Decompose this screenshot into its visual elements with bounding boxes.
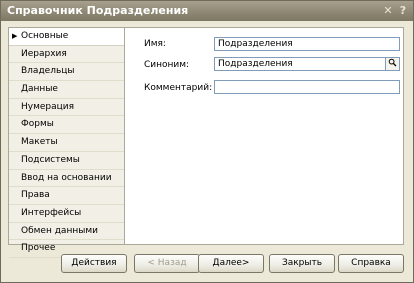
help-icon[interactable]: ? xyxy=(397,5,409,17)
nav-item-label: Иерархия xyxy=(21,48,67,59)
synonym-label: Синоним: xyxy=(144,60,190,70)
next-button[interactable]: Далее> xyxy=(198,254,264,273)
nav-item-data[interactable]: Данные xyxy=(9,81,124,99)
nav-item-owners[interactable]: Владельцы xyxy=(9,63,124,82)
nav-item-input-based-on[interactable]: Ввод на основании xyxy=(9,170,124,188)
nav-item-subsystems[interactable]: Подсистемы xyxy=(9,152,124,170)
nav-item-label: Интерфейсы xyxy=(21,207,82,218)
synonym-edit-button[interactable] xyxy=(386,57,400,71)
nav-item-label: Основные xyxy=(21,31,69,41)
nav-item-label: Данные xyxy=(21,84,58,95)
nav-item-interfaces[interactable]: Интерфейсы xyxy=(9,205,124,223)
back-button[interactable]: < Назад xyxy=(134,254,200,273)
section-nav: ▶ Основные Иерархия Владельцы Данные Нум… xyxy=(8,27,126,258)
dialog-window: Справочник Подразделения ✕ ? ▶ Основные … xyxy=(0,0,414,283)
nav-item-rights[interactable]: Права xyxy=(9,187,124,205)
nav-item-numbering[interactable]: Нумерация xyxy=(9,99,124,117)
nav-item-data-exchange[interactable]: Обмен данными xyxy=(9,223,124,241)
close-icon[interactable]: ✕ xyxy=(382,5,394,17)
actions-button[interactable]: Действия xyxy=(61,254,127,273)
nav-item-label: Обмен данными xyxy=(21,225,98,236)
help-button[interactable]: Справка xyxy=(338,254,404,273)
nav-item-label: Нумерация xyxy=(21,101,75,112)
comment-label: Комментарий: xyxy=(144,83,213,93)
nav-item-basic[interactable]: ▶ Основные xyxy=(9,28,126,46)
window-title: Справочник Подразделения xyxy=(7,4,189,17)
nav-item-label: Права xyxy=(21,190,50,201)
close-button[interactable]: Закрыть xyxy=(269,254,335,273)
name-label: Имя: xyxy=(144,39,166,49)
comment-input[interactable] xyxy=(214,80,400,94)
nav-item-label: Владельцы xyxy=(21,66,75,77)
nav-item-layouts[interactable]: Макеты xyxy=(9,134,124,152)
active-arrow-icon: ▶ xyxy=(12,32,18,40)
nav-item-hierarchy[interactable]: Иерархия xyxy=(9,46,124,64)
nav-item-label: Формы xyxy=(21,119,54,130)
button-bar: Действия < Назад Далее> Закрыть Справка xyxy=(1,254,413,274)
name-input[interactable] xyxy=(214,37,400,51)
nav-item-label: Прочее xyxy=(21,243,56,254)
nav-item-label: Ввод на основании xyxy=(21,172,112,183)
nav-item-forms[interactable]: Формы xyxy=(9,116,124,135)
synonym-input[interactable] xyxy=(214,57,386,71)
title-bar[interactable]: Справочник Подразделения ✕ ? xyxy=(1,1,413,21)
nav-item-label: Макеты xyxy=(21,137,58,148)
nav-item-label: Подсистемы xyxy=(21,154,80,165)
magnifier-icon xyxy=(388,58,397,67)
properties-panel: Имя: Синоним: Комментарий: xyxy=(124,27,404,245)
